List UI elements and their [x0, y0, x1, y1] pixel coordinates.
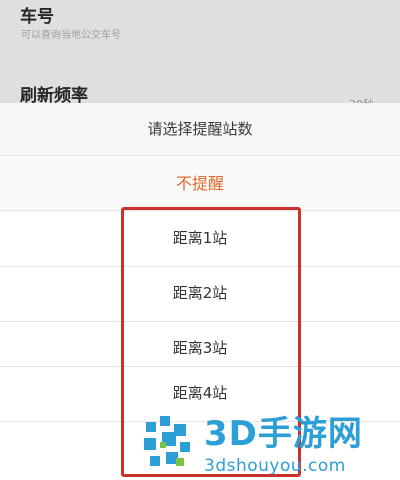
watermark: 3D手游网 3dshouyou.com [140, 404, 400, 480]
watermark-brand: 3D手游网 [204, 414, 363, 454]
watermark-logo-icon [144, 416, 190, 466]
option-no-reminder[interactable]: 不提醒 [0, 155, 400, 211]
sheet-title: 请选择提醒站数 [0, 103, 400, 155]
watermark-url: 3dshouyou.com [204, 456, 346, 476]
